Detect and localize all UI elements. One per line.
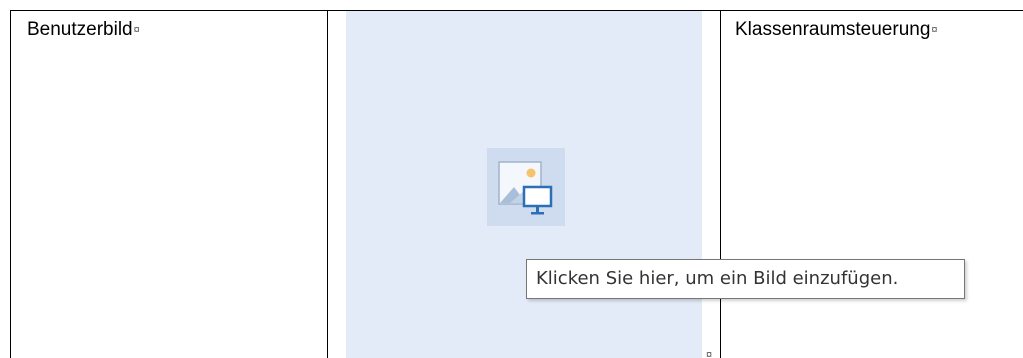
classroom-control-label: Klassenraumsteuerung — [735, 19, 931, 40]
end-of-cell-mark: ¤ — [931, 24, 938, 36]
picture-content-control[interactable] — [346, 11, 702, 358]
insert-picture-tooltip: Klicken Sie hier, um ein Bild einzufügen… — [526, 259, 965, 299]
table-cell-picture-content-control[interactable]: ¤ — [328, 11, 720, 358]
insert-picture-icon — [498, 161, 553, 215]
document-table: Benutzerbild¤ ¤ Klassenraumsteuerung¤ — [10, 10, 1023, 358]
cell-label-user-picture: Benutzerbild¤ — [27, 19, 140, 41]
table-cell-user-picture[interactable]: Benutzerbild¤ — [11, 11, 328, 358]
end-of-cell-mark: ¤ — [706, 349, 713, 358]
insert-picture-button[interactable] — [487, 148, 565, 226]
user-picture-label: Benutzerbild — [27, 19, 133, 40]
cell-label-classroom-control: Klassenraumsteuerung¤ — [735, 19, 938, 41]
table-cell-classroom-control[interactable]: Klassenraumsteuerung¤ — [720, 11, 1023, 358]
end-of-cell-mark: ¤ — [133, 24, 140, 36]
